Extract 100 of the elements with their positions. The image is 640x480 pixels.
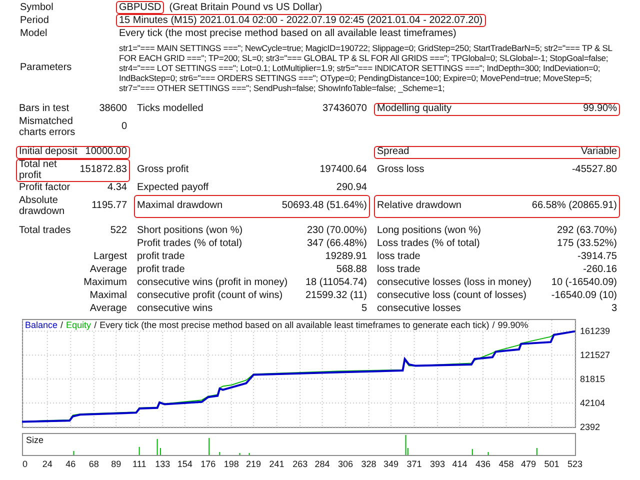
x-tick-label: 89 [111,459,122,469]
x-tick-label: 241 [269,459,284,469]
y-tick-label: 121527 [580,350,610,360]
x-tick-label: 371 [406,459,422,469]
y-tick-label: 2392 [580,422,600,432]
x-tick-label: 479 [520,459,536,469]
stat-label: Profit trades (% of total) [137,239,242,250]
stat-label: Absolute drawdown [19,196,66,217]
report-value: str1="=== MAIN SETTINGS ==="; NewCycle=true; MagicID=190722; Slippage=0; GridStep=250; StartTradeBarN=5; str2="=== TP & SL FOR EACH GRID ==="; TP=200; SL=0; str3="=== GLOBAL TP & SL FOR All GRIDS ==="; TPGlobal=0; SLGlobal=-1; StopGoal=false; str4="=== LOT SETTINGS ==="; Lot=0.1; LotMultiplier=1.9; str5="=== INDICATOR SETTINGS ==="; IndDepth=300; IndDeviation=0; IndBackStep=0; str6="=== ORDERS SETTINGS ==="; OType=0; PendingDistance=100; Expire=0; MovePend=true; MoveStep=5; str7="=== OTHER SETTINGS ==="; SendPush=false; ShowInfoTable=false; _Scheme=1; [118,42,614,94]
stat-value: 18 (11054.74) [305,278,367,289]
x-tick-label: 68 [88,459,99,469]
stat-value: 290.94 [336,183,367,194]
stat-label: Initial deposit [19,147,78,158]
stat-value: 19289.91 [325,252,367,263]
stat-value: 568.88 [336,265,367,276]
stat-value: Maximal [90,291,127,302]
x-tick-label: 24 [42,459,52,469]
stat-label: Maximal drawdown [137,201,223,212]
stat-value: 5 [361,304,367,315]
x-tick-label: 111 [132,459,146,469]
stat-label: Total trades [19,226,71,237]
highlighted-value: 15 Minutes (M15) 2021.01.04 02:00 - 2022.07.19 02:45 (2021.01.04 - 2022.07.20) [116,14,486,27]
legend-text: / [94,320,97,330]
legend-text: Every tick (the most precise method based on all available least timeframes to generate each tick) [100,320,490,330]
x-tick-label: 306 [338,459,354,469]
stat-value: -16540.09 (10) [551,291,617,302]
x-tick-label: 284 [314,459,330,469]
stat-label: Bars in test [19,104,70,115]
x-tick-label: 198 [224,459,239,469]
x-tick-label: 523 [567,459,583,469]
x-tick-label: 501 [544,459,560,469]
stat-label: Long positions (won %) [377,226,481,237]
stat-value: 230 (70.00%) [306,226,367,237]
x-tick-label: 0 [22,459,28,469]
stat-value: 50693.48 (51.64%) [282,201,367,212]
stat-value: -45527.80 [572,165,617,176]
stat-label: Relative drawdown [377,201,462,212]
stat-value: 522 [110,226,127,237]
stat-label: consecutive wins [137,304,213,315]
stat-label: Gross profit [137,165,189,176]
stat-label: loss trade [377,265,420,276]
x-tick-label: 219 [246,459,262,469]
stat-value: 3 [611,304,617,315]
y-tick-label: 81815 [580,374,606,384]
stat-value: 0 [121,122,127,133]
legend-text: / [492,320,495,330]
stat-value: 197400.64 [320,165,367,176]
x-tick-label: 176 [200,459,216,469]
stat-value: 66.58% (20865.91) [532,201,617,212]
stat-label: consecutive profit (count of wins) [137,291,283,302]
x-tick-label: 46 [66,459,76,469]
stat-value: 99.90% [583,104,617,115]
highlighted-value: GBPUSD [116,1,164,14]
stat-value: 151872.83 [80,165,127,176]
stat-label: consecutive losses [377,304,461,315]
report-label: Symbol [20,2,54,14]
pane-label: Size [26,435,44,445]
x-tick-label: 328 [361,459,376,469]
stat-value: Maximum [84,278,127,289]
stat-label: consecutive loss (count of losses) [377,291,527,302]
stat-label: Modelling quality [377,104,452,115]
stat-value: 21599.32 (11) [305,291,367,302]
stat-value: Average [90,265,127,276]
x-tick-label: 436 [476,459,491,469]
report-label: Parameters [20,62,73,74]
stat-label: Short positions (won %) [137,226,243,237]
stat-value: 38600 [99,104,127,115]
report-label: Period [20,14,50,26]
stat-label: profit trade [137,265,185,276]
stat-label: Profit factor [19,183,70,194]
stat-label: Loss trades (% of total) [377,239,480,250]
stat-value: 347 (66.48%) [306,239,367,250]
stat-label: Ticks modelled [137,104,204,115]
stat-label: loss trade [377,252,420,263]
legend-series-name: Equity [66,320,92,330]
report-value: Every tick (the most precise method based on all available least timeframes) [118,27,458,40]
stat-label: Spread [377,147,410,158]
stat-label: consecutive wins (profit in money) [137,278,288,289]
stat-label: Gross loss [377,165,424,176]
stat-value: 10 (-16540.09) [551,278,617,289]
x-tick-label: 263 [292,459,308,469]
report-label: Model [20,28,48,40]
stat-value: 175 (33.52%) [556,239,617,250]
stat-label: Expected payoff [137,183,209,194]
y-tick-label: 42104 [580,398,606,408]
stat-value: 37436070 [322,104,367,115]
stat-value: Variable [581,147,617,158]
stat-value: 4.34 [108,183,127,194]
y-tick-label: 161239 [580,326,610,336]
stat-label: profit trade [137,252,185,263]
stat-value: 1195.77 [92,201,127,212]
stat-value: Largest [94,252,127,263]
stat-label: Mismatched charts errors [19,117,76,138]
x-tick-label: 393 [430,459,446,469]
stat-value: 10000.00 [85,147,127,158]
x-tick-label: 133 [155,459,170,469]
stat-value: Average [90,304,127,315]
stat-label: Total net profit [19,160,58,181]
legend-series-name: Balance [25,320,58,330]
stat-value: 292 (63.70%) [556,226,617,237]
